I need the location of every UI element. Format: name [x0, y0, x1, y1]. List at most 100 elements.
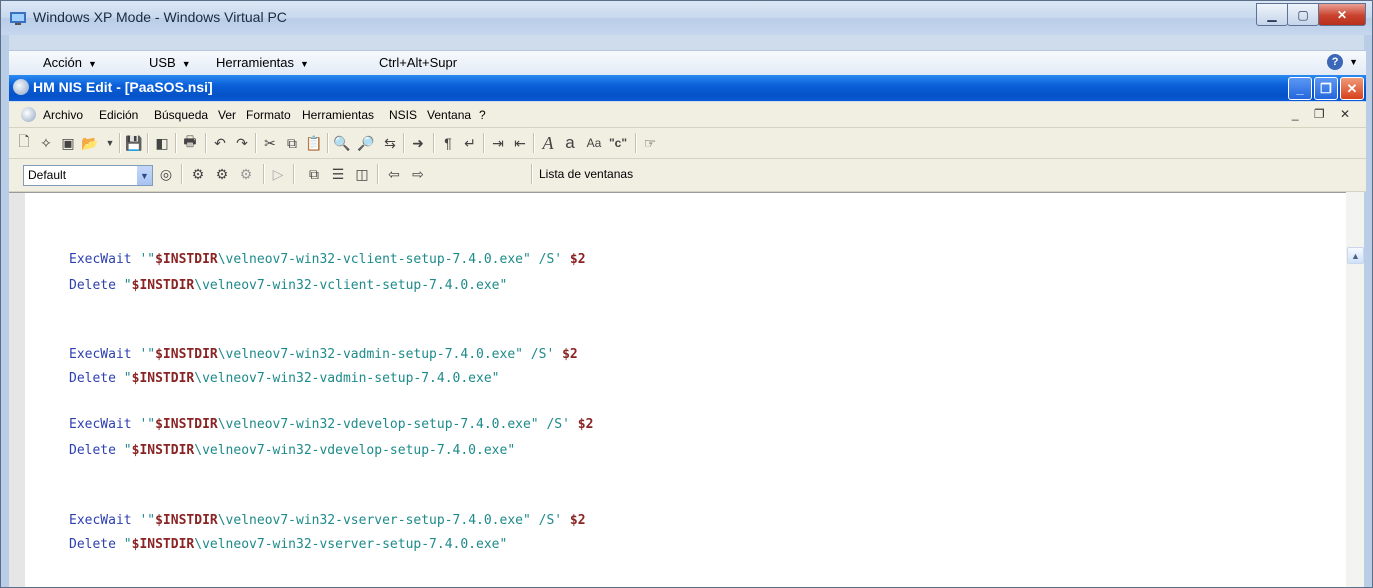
main-toolbar: 🗋 ✧ ▣ 📂 ▼ 💾 ◧ 🖶 ↶ ↷ ✂ ⧉ 📋 🔍 🔎 ⇆ ➜ ¶ ↵ ⇥ … — [9, 128, 1366, 159]
cut-icon[interactable]: ✂ — [261, 134, 279, 152]
virtual-pc-icon — [10, 12, 26, 25]
app-close-button[interactable]: ✕ — [1340, 77, 1364, 100]
font-icon[interactable]: A — [539, 133, 557, 153]
redo-icon[interactable]: ↷ — [233, 134, 251, 152]
prev-window-icon[interactable]: ⇦ — [385, 165, 403, 183]
toolbar-separator — [403, 133, 405, 153]
minimize-button[interactable]: ▁ — [1256, 3, 1288, 26]
undo-icon[interactable]: ↶ — [211, 134, 229, 152]
window-list-button[interactable]: Lista de ventanas — [539, 167, 633, 181]
quote-icon[interactable]: "c" — [609, 134, 627, 152]
document-icon[interactable] — [21, 107, 36, 122]
find-next-icon[interactable]: 🔎 — [357, 134, 375, 152]
maximize-button[interactable]: ▢ — [1287, 3, 1319, 26]
toolbar-separator — [531, 164, 533, 184]
vertical-scrollbar[interactable]: ▲ — [1346, 192, 1364, 587]
compile-icon[interactable]: ⚙ — [189, 165, 207, 183]
app-window-controls: _ ❐ ✕ — [1286, 77, 1364, 100]
cascade-icon[interactable]: ⧉ — [305, 165, 323, 183]
tile-vertical-icon[interactable]: ◫ — [353, 165, 371, 183]
window-border-left — [1, 35, 9, 587]
uppercase-icon[interactable]: Aa — [585, 134, 603, 152]
compile-run-icon[interactable]: ⚙ — [213, 165, 231, 183]
toolbar-separator — [327, 133, 329, 153]
chevron-down-icon: ▼ — [1349, 57, 1358, 67]
next-window-icon[interactable]: ⇨ — [409, 165, 427, 183]
code-line: ExecWait '"$INSTDIR\velneov7-win32-vdeve… — [69, 417, 594, 432]
save-all-icon[interactable]: ▣ — [59, 134, 77, 152]
comment-icon[interactable]: ☞ — [641, 134, 659, 152]
copy-compile-icon[interactable]: ◧ — [153, 134, 171, 152]
menu-accion[interactable]: Acción ▼ — [43, 55, 97, 70]
compile-stop-icon[interactable]: ⚙ — [237, 165, 255, 183]
save-icon[interactable]: 💾 — [125, 134, 143, 152]
editor-gutter — [9, 193, 25, 587]
lowercase-icon[interactable]: a — [561, 133, 579, 152]
style-dropdown-value: Default — [28, 168, 67, 182]
chevron-down-icon: ▼ — [181, 59, 191, 69]
menu-edicion[interactable]: Edición — [99, 108, 138, 122]
menu-ver[interactable]: Ver — [218, 108, 236, 122]
close-button[interactable]: ✕ — [1318, 3, 1366, 26]
code-line: ExecWait '"$INSTDIR\velneov7-win32-vclie… — [69, 252, 586, 267]
style-dropdown[interactable]: Default ▼ — [23, 165, 153, 186]
app-title: HM NIS Edit - [PaaSOS.nsi] — [33, 79, 213, 95]
menu-formato[interactable]: Formato — [246, 108, 291, 122]
toolbar-separator — [205, 133, 207, 153]
toolbar-separator — [175, 133, 177, 153]
menu-ventana[interactable]: Ventana — [427, 108, 471, 122]
menu-usb[interactable]: USB ▼ — [149, 55, 191, 70]
new-file-icon[interactable]: 🗋 — [15, 133, 33, 152]
code-line: Delete "$INSTDIR\velneov7-win32-vdevelop… — [69, 443, 516, 458]
code-line: Delete "$INSTDIR\velneov7-win32-vserver-… — [69, 537, 508, 552]
print-icon[interactable]: 🖶 — [181, 133, 199, 152]
menu-archivo[interactable]: Archivo — [43, 108, 83, 122]
code-line: ExecWait '"$INSTDIR\velneov7-win32-vadmi… — [69, 347, 578, 362]
help-icon: ? — [1327, 54, 1344, 70]
indent-icon[interactable]: ⇥ — [489, 134, 507, 152]
help-button[interactable]: ? ▼ — [1327, 54, 1358, 70]
new-template-icon[interactable]: ✧ — [37, 134, 55, 152]
paste-icon[interactable]: 📋 — [305, 134, 323, 152]
menu-herramientas[interactable]: Herramientas ▼ — [216, 55, 309, 70]
code-editor[interactable]: ExecWait '"$INSTDIR\velneov7-win32-vclie… — [9, 192, 1346, 587]
toolbar-separator — [147, 133, 149, 153]
hm-nis-edit-icon — [13, 79, 29, 95]
toolbar-separator — [377, 164, 379, 184]
app-title-bar[interactable]: HM NIS Edit - [PaaSOS.nsi] _ ❐ ✕ — [9, 75, 1366, 101]
toolbar-separator — [483, 133, 485, 153]
preview-icon[interactable]: ◎ — [157, 165, 175, 183]
run-icon[interactable]: ▷ — [269, 165, 287, 183]
wordwrap-icon[interactable]: ↵ — [461, 134, 479, 152]
toolbar-separator — [433, 133, 435, 153]
menu-nsis[interactable]: NSIS — [389, 108, 417, 122]
vpc-window: Windows XP Mode - Windows Virtual PC ▁ ▢… — [0, 0, 1373, 588]
paragraph-icon[interactable]: ¶ — [439, 134, 457, 152]
toolbar-separator — [293, 164, 295, 184]
vpc-title-bar[interactable]: Windows XP Mode - Windows Virtual PC ▁ ▢… — [1, 1, 1372, 35]
outdent-icon[interactable]: ⇤ — [511, 134, 529, 152]
app-menu-bar: Archivo Edición Búsqueda Ver Formato Her… — [9, 102, 1366, 128]
mdi-controls[interactable]: _ ❐ ✕ — [1292, 107, 1356, 121]
toolbar-separator — [263, 164, 265, 184]
menu-help[interactable]: ? — [479, 108, 486, 122]
toolbar-separator — [533, 133, 535, 153]
menu-ctrl-alt-supr[interactable]: Ctrl+Alt+Supr — [379, 55, 457, 70]
replace-icon[interactable]: ⇆ — [381, 134, 399, 152]
app-minimize-button[interactable]: _ — [1288, 77, 1312, 100]
menu-busqueda[interactable]: Búsqueda — [154, 108, 208, 122]
open-dropdown-icon[interactable]: ▼ — [101, 134, 119, 152]
goto-icon[interactable]: ➜ — [409, 134, 427, 152]
code-line: ExecWait '"$INSTDIR\velneov7-win32-vserv… — [69, 513, 586, 528]
find-icon[interactable]: 🔍 — [333, 134, 351, 152]
chevron-down-icon: ▼ — [137, 166, 152, 185]
app-restore-button[interactable]: ❐ — [1314, 77, 1338, 100]
open-icon[interactable]: 📂 — [81, 134, 99, 152]
copy-icon[interactable]: ⧉ — [283, 134, 301, 152]
toolbar-separator — [119, 133, 121, 153]
chevron-down-icon: ▼ — [300, 59, 309, 69]
scroll-up-icon[interactable]: ▲ — [1347, 247, 1364, 264]
menu-herramientas[interactable]: Herramientas — [302, 108, 374, 122]
code-line: Delete "$INSTDIR\velneov7-win32-vadmin-s… — [69, 371, 500, 386]
tile-horizontal-icon[interactable]: ☰ — [329, 165, 347, 183]
